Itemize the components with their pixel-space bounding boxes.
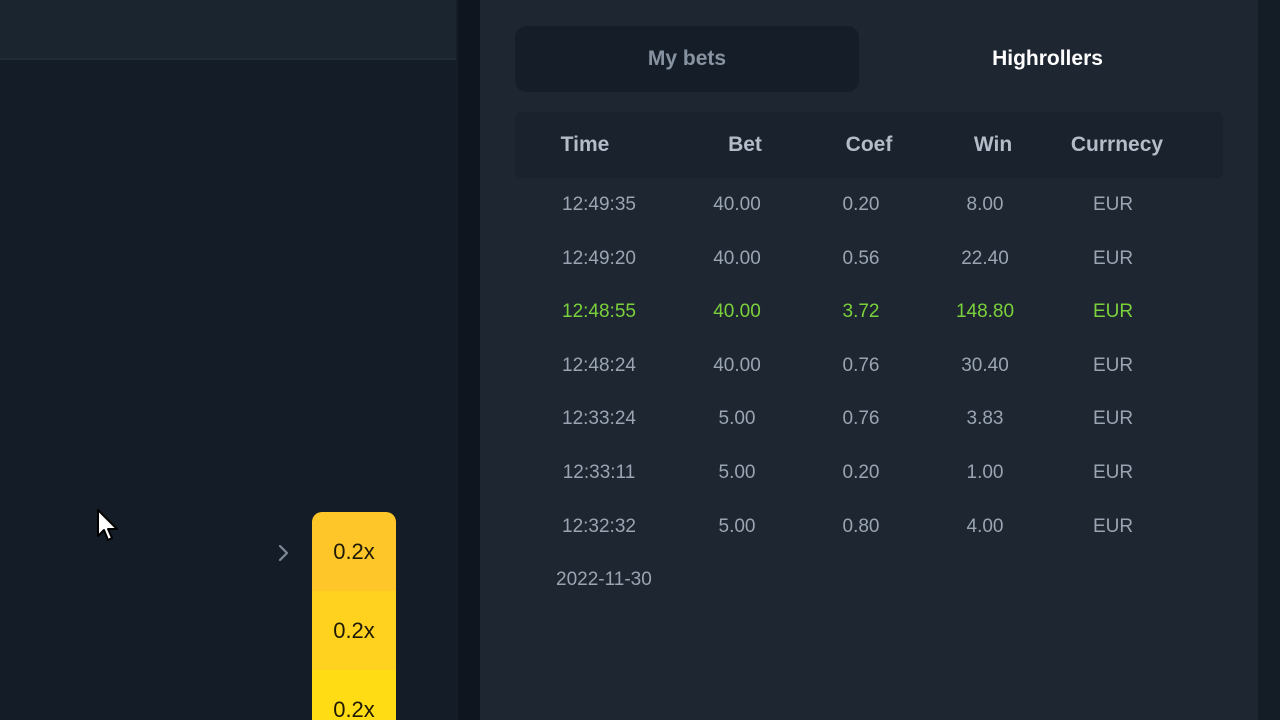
tab-highrollers[interactable]: Highrollers bbox=[875, 26, 1220, 92]
bets-table-header: Time Bet Coef Win Currnecy bbox=[515, 112, 1223, 178]
table-row: 12:49:20 40.00 0.56 22.40 EUR bbox=[515, 239, 1223, 279]
cell-win: 22.40 bbox=[961, 247, 1009, 269]
table-row: 12:48:24 40.00 0.76 30.40 EUR bbox=[515, 346, 1223, 386]
cell-time: 12:49:35 bbox=[562, 194, 636, 215]
column-header-win: Win bbox=[973, 133, 1013, 156]
cell-currency: EUR bbox=[1092, 354, 1134, 376]
cell-currency: EUR bbox=[1092, 408, 1134, 430]
app-root: 0.2x 0.2x 0.2x My bets Highrollers Time … bbox=[0, 0, 1280, 720]
cell-coef: 0.20 bbox=[842, 462, 880, 483]
column-header-bet: Bet bbox=[728, 133, 762, 156]
column-header-currency: Currnecy bbox=[1070, 133, 1164, 156]
cell-time: 12:33:24 bbox=[562, 408, 636, 430]
game-area: 0.2x 0.2x 0.2x bbox=[0, 0, 458, 720]
cell-coef: 0.76 bbox=[842, 408, 880, 430]
bets-tabs: My bets Highrollers bbox=[515, 26, 1220, 92]
cell-coef: 0.76 bbox=[842, 354, 880, 376]
cell-time: 12:33:11 bbox=[562, 462, 636, 483]
cell-win: 1.00 bbox=[966, 462, 1004, 483]
cell-coef: 0.56 bbox=[842, 247, 880, 269]
cell-win: 4.00 bbox=[966, 515, 1004, 537]
multiplier-cell[interactable]: 0.2x bbox=[312, 670, 396, 720]
multiplier-stack: 0.2x 0.2x 0.2x bbox=[312, 512, 396, 720]
cell-time: 12:49:20 bbox=[562, 247, 636, 269]
cell-bet: 5.00 bbox=[718, 462, 756, 483]
cell-win: 3.83 bbox=[966, 408, 1004, 430]
table-row: 12:32:32 5.00 0.80 4.00 EUR bbox=[515, 507, 1223, 547]
column-header-coef: Coef bbox=[845, 133, 893, 156]
chevron-right-icon[interactable] bbox=[276, 542, 292, 564]
table-row: 12:33:11 5.00 0.20 1.00 EUR bbox=[515, 453, 1223, 493]
cell-currency: EUR bbox=[1092, 462, 1134, 483]
cell-currency: EUR bbox=[1092, 247, 1134, 269]
cell-time: 12:48:24 bbox=[562, 354, 636, 376]
cell-coef: 0.80 bbox=[842, 515, 880, 537]
mouse-pointer-icon bbox=[96, 508, 122, 544]
table-row: 12:49:35 40.00 0.20 8.00 EUR bbox=[515, 185, 1223, 225]
cell-win: 8.00 bbox=[966, 194, 1004, 215]
tab-my-bets[interactable]: My bets bbox=[515, 26, 859, 92]
cell-currency: EUR bbox=[1092, 515, 1134, 537]
table-row: 12:33:24 5.00 0.76 3.83 EUR bbox=[515, 399, 1223, 439]
cell-currency: EUR bbox=[1092, 194, 1134, 215]
game-top-bar bbox=[0, 0, 456, 60]
cell-bet: 5.00 bbox=[718, 408, 756, 430]
cell-bet: 40.00 bbox=[713, 247, 761, 269]
multiplier-cell[interactable]: 0.2x bbox=[312, 512, 396, 591]
multiplier-cell[interactable]: 0.2x bbox=[312, 591, 396, 670]
cell-coef: 3.72 bbox=[842, 301, 880, 323]
cell-bet: 40.00 bbox=[713, 301, 761, 323]
pane-divider bbox=[458, 0, 480, 720]
cell-time: 12:32:32 bbox=[562, 515, 636, 537]
cell-bet: 40.00 bbox=[713, 354, 761, 376]
date-label: 2022-11-30 bbox=[556, 569, 652, 590]
cell-coef: 0.20 bbox=[842, 194, 880, 215]
cell-bet: 40.00 bbox=[713, 194, 761, 215]
cell-win: 148.80 bbox=[955, 301, 1015, 323]
panel-edge bbox=[1258, 0, 1280, 720]
column-header-time: Time bbox=[560, 133, 610, 156]
cell-time: 12:48:55 bbox=[562, 301, 636, 323]
cell-bet: 5.00 bbox=[718, 515, 756, 537]
cell-win: 30.40 bbox=[961, 354, 1009, 376]
table-row: 12:48:55 40.00 3.72 148.80 EUR bbox=[515, 292, 1223, 332]
cell-currency: EUR bbox=[1092, 301, 1134, 323]
